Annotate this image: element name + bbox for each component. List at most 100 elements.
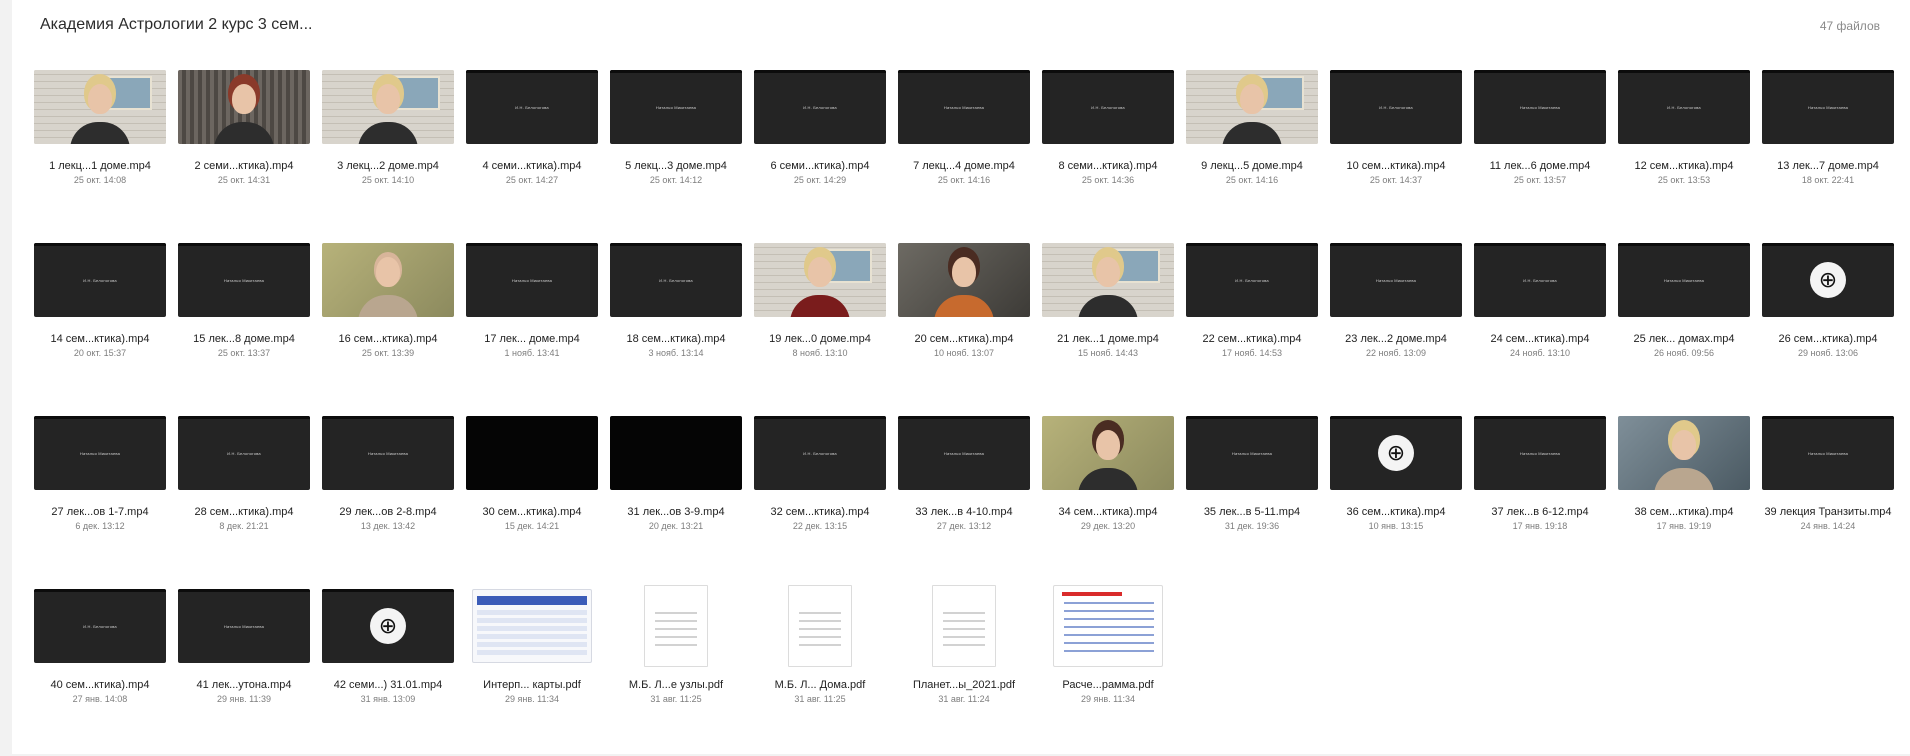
file-tile[interactable]: 31 лек...ов 3-9.mp4 20 дек. 13:21 (604, 410, 748, 583)
file-tile[interactable]: ⊕ 42 семи...) 31.01.mp4 31 янв. 13:09 (316, 583, 460, 756)
file-name[interactable]: 25 лек... домах.mp4 (1612, 333, 1756, 345)
file-thumbnail[interactable]: И.Н. Белоногова (748, 410, 892, 496)
file-tile[interactable]: Наталья Микитаева 37 лек...в 6-12.mp4 17 я… (1468, 410, 1612, 583)
file-tile[interactable]: И.Н. Белоногова 40 сем...ктика).mp4 27 янв… (28, 583, 172, 756)
file-tile[interactable]: Наталья Микитаева 23 лек...2 доме.mp4 22 н… (1324, 237, 1468, 410)
file-thumbnail[interactable] (316, 237, 460, 323)
file-thumbnail[interactable]: И.Н. Белоногова (748, 64, 892, 150)
file-tile[interactable]: 20 сем...ктика).mp4 10 нояб. 13:07 (892, 237, 1036, 410)
file-tile[interactable]: Интерп... карты.pdf 29 янв. 11:34 (460, 583, 604, 756)
file-tile[interactable]: Наталья Микитаева 13 лек...7 доме.mp4 18 о… (1756, 64, 1900, 237)
file-tile[interactable]: 34 сем...ктика).mp4 29 дек. 13:20 (1036, 410, 1180, 583)
file-tile[interactable]: Наталья Микитаева 7 лекц...4 доме.mp4 25 о… (892, 64, 1036, 237)
file-thumbnail[interactable]: И.Н. Белоногова (604, 237, 748, 323)
file-thumbnail[interactable]: Наталья Микитаева (892, 64, 1036, 150)
file-tile[interactable]: Наталья Микитаева 29 лек...ов 2-8.mp4 13 д… (316, 410, 460, 583)
file-thumbnail[interactable] (892, 583, 1036, 669)
file-name[interactable]: 30 сем...ктика).mp4 (460, 506, 604, 518)
file-thumbnail[interactable]: И.Н. Белоногова (28, 237, 172, 323)
file-tile[interactable]: Наталья Микитаева 25 лек... домах.mp4 26 н… (1612, 237, 1756, 410)
file-thumbnail[interactable]: И.Н. Белоногова (172, 410, 316, 496)
file-thumbnail[interactable]: Наталья Микитаева (1756, 410, 1900, 496)
file-thumbnail[interactable]: Наталья Микитаева (604, 64, 748, 150)
file-name[interactable]: 31 лек...ов 3-9.mp4 (604, 506, 748, 518)
file-name[interactable]: 28 сем...ктика).mp4 (172, 506, 316, 518)
file-thumbnail[interactable]: Наталья Микитаева (1324, 237, 1468, 323)
file-name[interactable]: 11 лек...6 доме.mp4 (1468, 160, 1612, 172)
file-thumbnail[interactable]: И.Н. Белоногова (460, 64, 604, 150)
file-thumbnail[interactable] (892, 237, 1036, 323)
file-thumbnail[interactable]: ⊕ (1324, 410, 1468, 496)
file-thumbnail[interactable]: Наталья Микитаева (1468, 64, 1612, 150)
file-thumbnail[interactable] (28, 64, 172, 150)
file-thumbnail[interactable]: Наталья Микитаева (1612, 237, 1756, 323)
file-name[interactable]: 13 лек...7 доме.mp4 (1756, 160, 1900, 172)
file-thumbnail[interactable]: И.Н. Белоногова (1468, 237, 1612, 323)
file-tile[interactable]: И.Н. Белоногова 14 сем...ктика).mp4 20 окт… (28, 237, 172, 410)
file-thumbnail[interactable]: Наталья Микитаева (172, 583, 316, 669)
file-thumbnail[interactable] (316, 64, 460, 150)
file-tile[interactable]: И.Н. Белоногова 22 сем...ктика).mp4 17 ноя… (1180, 237, 1324, 410)
file-tile[interactable]: И.Н. Белоногова 28 сем...ктика).mp4 8 дек.… (172, 410, 316, 583)
file-name[interactable]: 1 лекц...1 доме.mp4 (28, 160, 172, 172)
file-thumbnail[interactable] (604, 410, 748, 496)
file-tile[interactable]: 1 лекц...1 доме.mp4 25 окт. 14:08 (28, 64, 172, 237)
file-thumbnail[interactable] (1036, 237, 1180, 323)
file-tile[interactable]: 2 семи...ктика).mp4 25 окт. 14:31 (172, 64, 316, 237)
file-name[interactable]: 7 лекц...4 доме.mp4 (892, 160, 1036, 172)
file-name[interactable]: 24 сем...ктика).mp4 (1468, 333, 1612, 345)
file-name[interactable]: 34 сем...ктика).mp4 (1036, 506, 1180, 518)
file-thumbnail[interactable] (1036, 410, 1180, 496)
file-tile[interactable]: Наталья Микитаева 5 лекц...3 доме.mp4 25 о… (604, 64, 748, 237)
file-name[interactable]: 22 сем...ктика).mp4 (1180, 333, 1324, 345)
file-name[interactable]: 17 лек... доме.mp4 (460, 333, 604, 345)
file-name[interactable]: 42 семи...) 31.01.mp4 (316, 679, 460, 691)
file-name[interactable]: 14 сем...ктика).mp4 (28, 333, 172, 345)
file-tile[interactable]: 38 сем...ктика).mp4 17 янв. 19:19 (1612, 410, 1756, 583)
file-tile[interactable]: Наталья Микитаева 11 лек...6 доме.mp4 25 о… (1468, 64, 1612, 237)
file-thumbnail[interactable]: Наталья Микитаева (1468, 410, 1612, 496)
file-name[interactable]: 32 сем...ктика).mp4 (748, 506, 892, 518)
file-thumbnail[interactable] (460, 583, 604, 669)
file-name[interactable]: 29 лек...ов 2-8.mp4 (316, 506, 460, 518)
file-name[interactable]: 20 сем...ктика).mp4 (892, 333, 1036, 345)
file-name[interactable]: 10 сем...ктика).mp4 (1324, 160, 1468, 172)
file-thumbnail[interactable]: ⊕ (1756, 237, 1900, 323)
file-name[interactable]: 38 сем...ктика).mp4 (1612, 506, 1756, 518)
file-thumbnail[interactable]: И.Н. Белоногова (1036, 64, 1180, 150)
file-tile[interactable]: Наталья Микитаева 39 лекция Транзиты.mp4 2… (1756, 410, 1900, 583)
file-thumbnail[interactable]: Наталья Микитаева (892, 410, 1036, 496)
file-name[interactable]: М.Б. Л...е узлы.pdf (604, 679, 748, 691)
file-thumbnail[interactable] (748, 583, 892, 669)
file-tile[interactable]: И.Н. Белоногова 4 семи...ктика).mp4 25 окт… (460, 64, 604, 237)
file-tile[interactable]: И.Н. Белоногова 24 сем...ктика).mp4 24 ноя… (1468, 237, 1612, 410)
file-thumbnail[interactable]: Наталья Микитаева (316, 410, 460, 496)
file-name[interactable]: 18 сем...ктика).mp4 (604, 333, 748, 345)
file-thumbnail[interactable]: Наталья Микитаева (28, 410, 172, 496)
file-name[interactable]: 8 семи...ктика).mp4 (1036, 160, 1180, 172)
file-tile[interactable]: И.Н. Белоногова 32 сем...ктика).mp4 22 дек… (748, 410, 892, 583)
file-thumbnail[interactable]: И.Н. Белоногова (28, 583, 172, 669)
file-tile[interactable]: И.Н. Белоногова 10 сем...ктика).mp4 25 окт… (1324, 64, 1468, 237)
file-thumbnail[interactable] (1036, 583, 1180, 669)
file-thumbnail[interactable]: И.Н. Белоногова (1324, 64, 1468, 150)
file-tile[interactable]: И.Н. Белоногова 8 семи...ктика).mp4 25 окт… (1036, 64, 1180, 237)
file-name[interactable]: 41 лек...утона.mp4 (172, 679, 316, 691)
file-thumbnail[interactable]: И.Н. Белоногова (1180, 237, 1324, 323)
file-tile[interactable]: 9 лекц...5 доме.mp4 25 окт. 14:16 (1180, 64, 1324, 237)
file-name[interactable]: 26 сем...ктика).mp4 (1756, 333, 1900, 345)
file-tile[interactable]: 30 сем...ктика).mp4 15 дек. 14:21 (460, 410, 604, 583)
file-thumbnail[interactable] (604, 583, 748, 669)
file-name[interactable]: Расче...рамма.pdf (1036, 679, 1180, 691)
file-name[interactable]: 12 сем...ктика).mp4 (1612, 160, 1756, 172)
file-tile[interactable]: И.Н. Белоногова 12 сем...ктика).mp4 25 окт… (1612, 64, 1756, 237)
file-tile[interactable]: ⊕ 36 сем...ктика).mp4 10 янв. 13:15 (1324, 410, 1468, 583)
file-tile[interactable]: М.Б. Л...е узлы.pdf 31 авг. 11:25 (604, 583, 748, 756)
file-tile[interactable]: 3 лекц...2 доме.mp4 25 окт. 14:10 (316, 64, 460, 237)
file-tile[interactable]: Наталья Микитаева 17 лек... доме.mp4 1 ноя… (460, 237, 604, 410)
file-thumbnail[interactable] (460, 410, 604, 496)
file-name[interactable]: 40 сем...ктика).mp4 (28, 679, 172, 691)
file-name[interactable]: 33 лек...в 4-10.mp4 (892, 506, 1036, 518)
file-name[interactable]: 6 семи...ктика).mp4 (748, 160, 892, 172)
file-thumbnail[interactable]: Наталья Микитаева (1180, 410, 1324, 496)
